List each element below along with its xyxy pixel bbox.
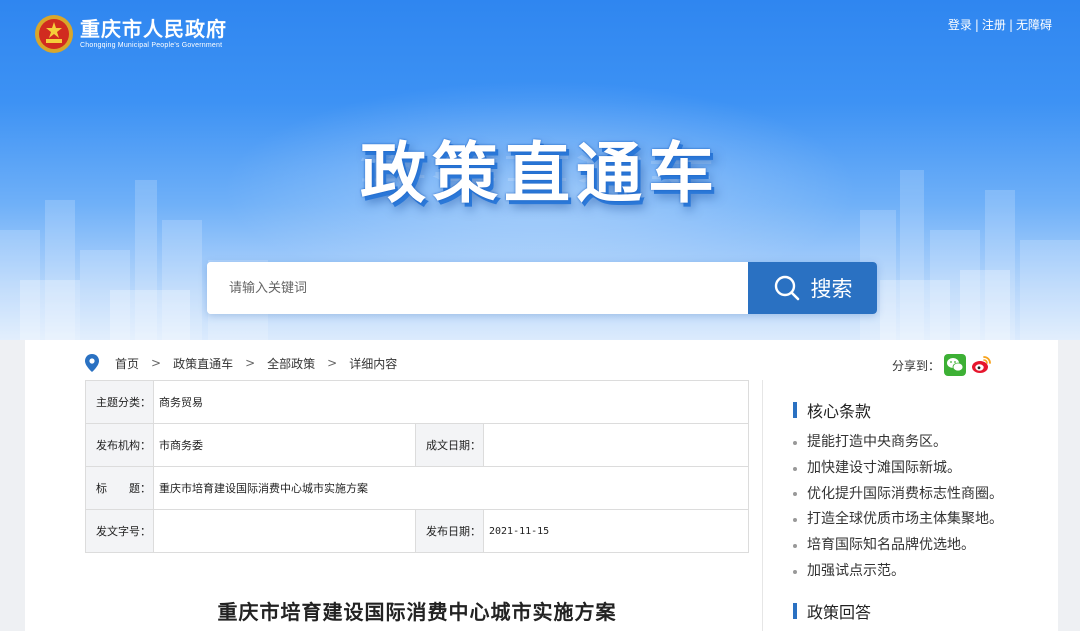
share-label: 分享到： [891, 358, 940, 373]
heading-accent-bar [793, 402, 797, 418]
heading-accent-bar [793, 603, 797, 619]
share-bar: 分享到： [892, 354, 992, 376]
location-pin-icon [85, 354, 99, 372]
site-logo[interactable]: 重庆市人民政府 Chongqing Municipal People's Gov… [34, 14, 227, 54]
publish-date-label: 发布日期： [415, 509, 484, 553]
link-separator: | [974, 18, 979, 32]
publisher-value: 市商务委 [153, 423, 416, 467]
site-name-en: Chongqing Municipal People's Government [80, 42, 223, 49]
breadcrumb-separator: > [151, 356, 162, 370]
breadcrumb-policy-express[interactable]: 政策直通车 [173, 355, 233, 372]
policy-answer-heading-text: 政策回答 [807, 603, 872, 622]
publish-date-value: 2021-11-15 [483, 509, 749, 553]
list-item-text: 打造全球优质市场主体集聚地。 [807, 511, 1003, 528]
table-row: 主题分类： 商务贸易 [85, 380, 749, 424]
list-item[interactable]: 加快建设寸滩国际新城。 [793, 456, 1003, 482]
table-row: 发文字号： 发布日期： 2021-11-15 [85, 509, 749, 553]
bullet-dot [793, 466, 797, 471]
doc-number-value [153, 509, 416, 553]
login-link[interactable]: 登录 [948, 18, 972, 32]
list-item-text: 提能打造中央商务区。 [807, 434, 947, 450]
hero-banner: 重庆市人民政府 Chongqing Municipal People's Gov… [0, 0, 1080, 340]
search-icon [774, 275, 799, 301]
accessibility-link[interactable]: 无障碍 [1016, 18, 1052, 32]
site-name-cn: 重庆市人民政府 [80, 17, 227, 41]
list-item[interactable]: 加强试点示范。 [793, 559, 1003, 585]
bullet-dot [793, 518, 797, 523]
search-bar: 搜索 [207, 262, 877, 314]
list-item[interactable]: 打造全球优质市场主体集聚地。 [793, 507, 1003, 533]
breadcrumb-separator: > [245, 356, 256, 370]
document-title: 重庆市培育建设国际消费中心城市实施方案 [217, 600, 617, 624]
policy-answer-heading: 政策回答 [793, 599, 871, 623]
hero-title: 政策直通车 [360, 135, 720, 212]
list-item-text: 优化提升国际消费标志性商圈。 [807, 485, 1003, 502]
list-item[interactable]: 优化提升国际消费标志性商圈。 [793, 482, 1003, 508]
breadcrumb-all-policies[interactable]: 全部政策 [267, 355, 315, 372]
breadcrumb-detail[interactable]: 详细内容 [349, 355, 397, 372]
bullet-dot [793, 440, 797, 445]
list-item[interactable]: 培育国际知名品牌优选地。 [793, 533, 1003, 559]
bullet-dot [793, 569, 797, 574]
title-label: 标 题： [85, 466, 154, 510]
list-item-text: 培育国际知名品牌优选地。 [807, 537, 975, 554]
list-item-text: 加快建设寸滩国际新城。 [807, 459, 961, 476]
link-separator: | [1008, 18, 1013, 32]
breadcrumb: 首页 > 政策直通车 > 全部政策 > 详细内容 [85, 354, 397, 372]
register-link[interactable]: 注册 [982, 18, 1006, 32]
list-item-text: 加强试点示范。 [807, 562, 905, 579]
top-links: 登录 | 注册 | 无障碍 [948, 16, 1052, 33]
search-button-label: 搜索 [810, 277, 853, 301]
national-emblem-icon [35, 15, 73, 53]
content-panel: 首页 > 政策直通车 > 全部政策 > 详细内容 分享到： 主题分类： 商务贸易 [25, 340, 1058, 631]
search-button[interactable]: 搜索 [748, 262, 877, 314]
bullet-dot [793, 544, 797, 549]
core-clauses-list: 提能打造中央商务区。 加快建设寸滩国际新城。 优化提升国际消费标志性商圈。 打造… [793, 430, 1003, 585]
theme-label: 主题分类： [85, 380, 154, 424]
title-value: 重庆市培育建设国际消费中心城市实施方案 [153, 466, 749, 510]
core-clauses-heading: 核心条款 [793, 398, 871, 422]
written-date-value [483, 423, 749, 467]
breadcrumb-separator: > [327, 356, 338, 370]
doc-number-label: 发文字号： [85, 509, 154, 553]
table-row: 发布机构： 市商务委 成文日期： [85, 423, 749, 467]
written-date-label: 成文日期： [415, 423, 484, 467]
weibo-icon[interactable] [970, 354, 992, 376]
list-item[interactable]: 提能打造中央商务区。 [793, 430, 1003, 456]
search-input[interactable] [207, 262, 748, 314]
publisher-label: 发布机构： [85, 423, 154, 467]
bullet-dot [793, 492, 797, 497]
theme-value: 商务贸易 [153, 380, 749, 424]
core-clauses-heading-text: 核心条款 [807, 402, 872, 421]
wechat-icon[interactable] [944, 354, 966, 376]
table-row: 标 题： 重庆市培育建设国际消费中心城市实施方案 [85, 466, 749, 510]
policy-info-table: 主题分类： 商务贸易 发布机构： 市商务委 成文日期： 标 题： 重庆市培育建设… [85, 380, 749, 553]
breadcrumb-home[interactable]: 首页 [115, 355, 139, 372]
column-divider [762, 380, 763, 631]
